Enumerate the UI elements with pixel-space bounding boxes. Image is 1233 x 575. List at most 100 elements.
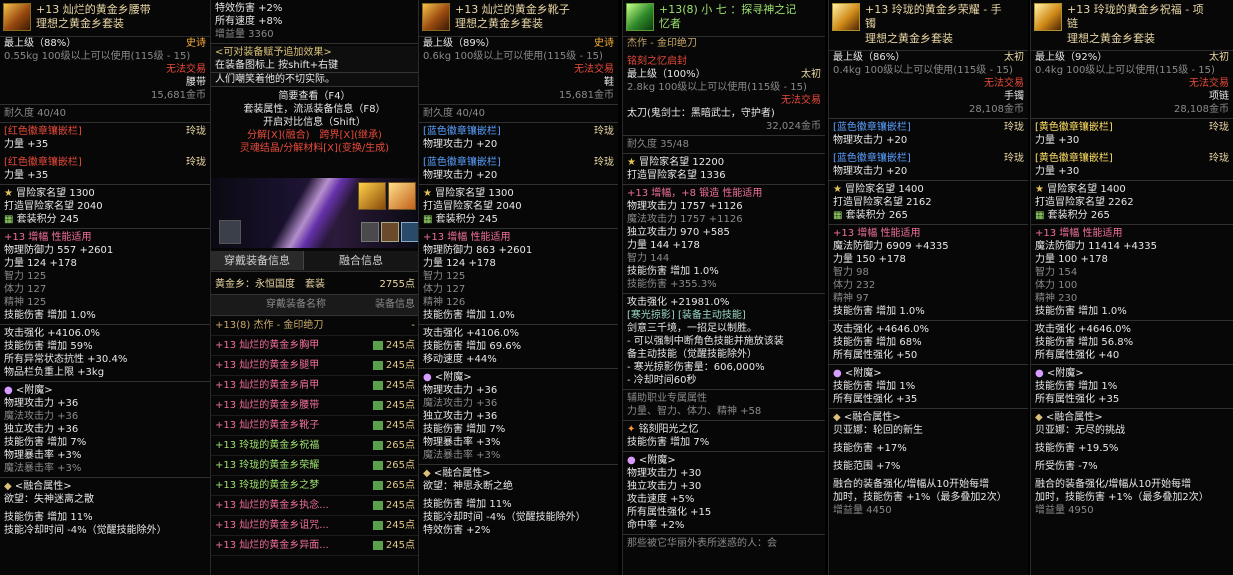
stat-text: 冒险家名望 1400 xyxy=(845,184,924,195)
stat-text: 所有属性强化 +35 xyxy=(1035,394,1120,405)
hint-line: <可对装备赋予追加效果> xyxy=(215,47,332,58)
stat-line: 攻击强化 +21981.0% xyxy=(623,296,825,309)
stat-text: 技能伤害 +17% xyxy=(833,443,907,454)
enchant-icon: ● xyxy=(833,368,845,379)
stat-text: 所有属性强化 +40 xyxy=(1035,350,1120,361)
stat-line: 最上级（100%） 太初 xyxy=(623,68,825,81)
tab-equipped-info[interactable]: 穿戴装备信息 xyxy=(211,251,304,270)
stat-text: 耐久度 35/48 xyxy=(627,139,689,150)
stat-line: ▦ 套装积分 245 xyxy=(0,213,210,226)
fusion-icon: ◆ xyxy=(833,412,844,423)
stat-line: 技能伤害 增加 7% xyxy=(419,423,618,436)
stat-text: 体力 232 xyxy=(833,280,876,291)
stat-line: 技能伤害 +355.3% xyxy=(623,278,825,291)
stat-text: 物理攻击力 +20 xyxy=(833,166,908,177)
stat-text: 物理攻击力 +20 xyxy=(423,170,498,181)
set-point-icon: ▦ xyxy=(1035,210,1048,221)
stat-text: <附魔> xyxy=(844,368,882,379)
equipped-item-name: +13 玲珑的黄金乡荣耀 xyxy=(215,460,320,471)
stat-text: [蓝色徽章镶嵌栏] xyxy=(833,153,911,164)
stat-text: 0.55kg 100级以上可以使用(115级 - 15) xyxy=(4,51,191,62)
weapon-slot-icon[interactable] xyxy=(358,182,386,210)
equipped-item-row[interactable]: +13 玲珑的黄金乡荣耀 265点 xyxy=(211,456,418,476)
stat-text: 物理攻击力 +36 xyxy=(4,398,79,409)
equipped-item-row[interactable]: +13(8) 杰作 - 金印绝刀 - xyxy=(211,316,418,336)
stat-line: 力量 124 +178 xyxy=(0,257,210,270)
equipped-item-row[interactable]: +13 灿烂的黄金乡异面... 245点 xyxy=(211,536,418,556)
stat-text: +13 增幅，+8 锻造 性能适用 xyxy=(627,188,763,199)
slot-icon-c[interactable] xyxy=(401,222,418,242)
slot-icon-b[interactable] xyxy=(381,222,399,242)
stat-line: 攻击强化 +4646.0% xyxy=(1031,323,1233,336)
stat-line: 魔法攻击力 +36 xyxy=(0,410,210,423)
stat-text: 技能伤害 增加 1% xyxy=(833,381,916,392)
stat-line: 技能伤害 +17% xyxy=(829,442,1028,455)
shortcut-shift[interactable]: 开启对比信息（Shift） xyxy=(211,116,418,129)
shortcut-disassemble[interactable]: 分解[X](融合) 跨界[X](继承) xyxy=(211,129,418,142)
equipped-item-row[interactable]: +13 灿烂的黄金乡腰带 245点 xyxy=(211,396,418,416)
stat-text: <融合属性> xyxy=(843,412,901,423)
stat-text: 技能伤害 增加 56.8% xyxy=(1035,337,1134,348)
stat-line: 力量 124 +178 xyxy=(419,257,618,270)
fusion-icon: ◆ xyxy=(4,481,15,492)
equipped-item-points: - xyxy=(411,320,415,331)
stat-text: - 寒光掠影伤害量：606,000% xyxy=(627,362,765,373)
item-title: +13 灿烂的黄金乡靴子 xyxy=(455,3,570,16)
shortcut-f8[interactable]: 套装属性，流派装备信息（F8） xyxy=(211,103,418,116)
item-title-line2: 忆者 xyxy=(659,17,681,30)
avatar-slot-icon[interactable] xyxy=(219,220,241,244)
slot-icon-a[interactable] xyxy=(361,222,379,242)
stat-line: 15,681金币 xyxy=(419,89,618,102)
shortcut-f4[interactable]: 简要查看（F4） xyxy=(211,90,418,103)
item-title: +13 玲珑的黄金乡荣耀 - 手 xyxy=(865,3,1002,16)
equipped-item-row[interactable]: +13 玲珑的黄金乡祝福 265点 xyxy=(211,436,418,456)
stat-text: 物理攻击力 +30 xyxy=(627,468,702,479)
fusion-icon: ◆ xyxy=(1035,412,1046,423)
equipped-item-row[interactable]: +13 灿烂的黄金乡诅咒... 245点 xyxy=(211,516,418,536)
stat-line: 魔法攻击力 +36 xyxy=(419,397,618,410)
stat-right-text: 28,108金币 xyxy=(1174,104,1229,115)
equipped-item-row[interactable]: +13 灿烂的黄金乡胸甲 245点 xyxy=(211,336,418,356)
item-set-name: 理想之黄金乡套装 xyxy=(1067,32,1155,45)
stat-text: 剑意三千境，一招足以制胜。 xyxy=(627,323,757,334)
tooltip-header: +13(8) 小 七 ：探寻神之记 忆者 xyxy=(623,0,825,37)
equipped-item-row[interactable]: +13 灿烂的黄金乡执念... 245点 xyxy=(211,496,418,516)
stat-line: 物理暴击率 +3% xyxy=(419,436,618,449)
tab-fusion-info[interactable]: 融合信息 xyxy=(307,251,415,270)
stat-text: 技能伤害 增加 7% xyxy=(423,424,506,435)
stat-text: 智力 98 xyxy=(833,267,869,278)
stat-text: 0.6kg 100级以上可以使用(115级 - 15) xyxy=(423,51,603,62)
tooltip-panel-boots: +13 灿烂的黄金乡靴子 理想之黄金乡套装 最上级（89%） 史诗 0.6kg 10… xyxy=(418,0,618,575)
stat-text: 技能伤害 增加 1.0% xyxy=(627,266,719,277)
stat-line: 耐久度 35/48 xyxy=(623,138,825,151)
stat-text: 力量 +35 xyxy=(4,139,49,150)
divider xyxy=(1031,118,1233,119)
divider xyxy=(1031,364,1233,365)
stat-text: 魔法防御力 11414 +4335 xyxy=(1035,241,1157,252)
stat-line: 物理攻击力 1757 +1126 xyxy=(623,200,825,213)
equipped-item-row[interactable]: +13 灿烂的黄金乡靴子 245点 xyxy=(211,416,418,436)
stat-text: 力量 124 +178 xyxy=(4,258,77,269)
mid-stat-line: 所有速度 +8% xyxy=(215,16,283,27)
stat-line: +13 增幅 性能适用 xyxy=(0,231,210,244)
equipped-item-row[interactable]: +13 玲珑的黄金乡之梦 265点 xyxy=(211,476,418,496)
stat-right-text: 太初 xyxy=(1209,52,1229,63)
stat-right-text: 15,681金币 xyxy=(151,90,206,101)
stat-text: 太刀(鬼剑士：黑暗武士，守护者) xyxy=(627,108,775,119)
equipped-item-points: 245点 xyxy=(385,340,415,351)
equipped-item-row[interactable]: +13 灿烂的黄金乡腿甲 245点 xyxy=(211,356,418,376)
stat-text: 魔法暴击率 +3% xyxy=(423,450,501,461)
title-slot-icon[interactable] xyxy=(388,182,416,210)
stat-line: +13 增幅，+8 锻造 性能适用 xyxy=(623,187,825,200)
stat-text: +13 增幅 性能适用 xyxy=(1035,228,1123,239)
shortcut-soul-crystal[interactable]: 灵魂结晶/分解材料[X](变换/生成) xyxy=(211,142,418,155)
stat-line: 物理攻击力 +20 xyxy=(829,165,1028,178)
stat-line: 最上级（92%） 太初 xyxy=(1031,51,1233,64)
tooltip-body: 最上级（86%） 太初 0.4kg 100级以上可以使用(115级 - 15) 无法交… xyxy=(829,51,1028,517)
equipped-item-name: +13 灿烂的黄金乡执念... xyxy=(215,500,329,511)
stat-line: 加时，技能伤害 +1%（最多叠加2次） xyxy=(829,491,1028,504)
stat-line: 最上级（86%） 太初 xyxy=(829,51,1028,64)
necklace-icon xyxy=(1034,3,1062,31)
equipped-item-row[interactable]: +13 灿烂的黄金乡肩甲 245点 xyxy=(211,376,418,396)
stat-text: 技能伤害 增加 68% xyxy=(833,337,922,348)
